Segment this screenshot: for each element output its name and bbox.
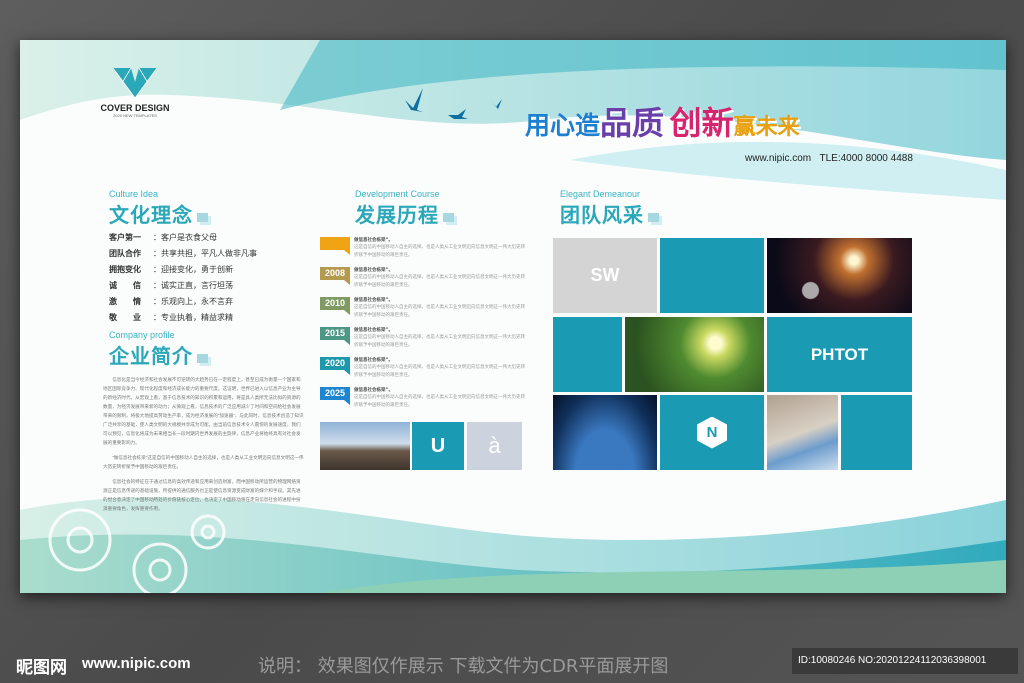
logo-v-icon — [112, 67, 158, 99]
culture-item-value: ：客户是衣食父母 — [153, 233, 217, 242]
timeline-heading: 做信息社会栋梁”。 — [354, 358, 393, 363]
team-title-text: 团队风采 — [560, 203, 644, 227]
tile-photo: PHTOT — [767, 317, 912, 392]
footer-brand: 昵图网 — [16, 658, 67, 678]
city-photo — [320, 422, 410, 470]
timeline-body: 这是自信的中国移动人自主的选择，也是人类从工业文明迈向信息文明这一伟大历史转折赋… — [354, 275, 525, 288]
profile-paragraph: 信息社会的特征在于通过信息的高效传递和应用来创造财富，而中国移动所运营的物理网络… — [103, 479, 301, 511]
culture-item: 客户第一 ：客户是衣食父母 — [109, 232, 257, 248]
year-tag: 2015 — [320, 327, 350, 345]
square-icon — [197, 354, 208, 363]
profile-title: 企业简介 — [109, 340, 304, 369]
timeline-body: 这是自信的中国移动人自主的选择，也是人类从工业文明迈向信息文明这一伟大历史转折赋… — [354, 305, 525, 318]
development-section: Development Course 发展历程 — [355, 189, 454, 228]
square-icon — [648, 213, 659, 222]
timeline-item: 2010 做信息社会栋梁”。这是自信的中国移动人自主的选择，也是人类从工业文明迈向… — [320, 297, 530, 325]
timeline-heading: 做信息社会栋梁”。 — [354, 328, 393, 333]
development-title-text: 发展历程 — [355, 203, 439, 227]
slogan-part2: 品质 — [600, 104, 665, 142]
culture-item: 团队合作 ：共享共担，平凡人做非凡事 — [109, 248, 257, 264]
profile-paragraph: 信息化是当今经济和社会发展不可逆转的大趋势已在一定程度上，甚至已成为衡量一个国家… — [103, 377, 304, 445]
team-title: 团队风采 — [560, 199, 659, 228]
forest-photo — [625, 317, 764, 392]
culture-en-label: Culture Idea — [109, 189, 159, 199]
team-section: Elegant Demeanour 团队风采 — [560, 189, 659, 228]
footer-watermark: 昵图网 www.nipic.com 说明： 效果图仅作展示 下载文件为CDR平面… — [0, 645, 1024, 683]
tile-teal — [553, 317, 622, 392]
year-tag: 2010 — [320, 297, 350, 315]
footer-site: www.nipic.com — [82, 655, 191, 672]
slogan-part3: 创新 — [669, 104, 734, 142]
development-en-label: Development Course — [355, 189, 440, 199]
year-tag: 2025 — [320, 387, 350, 405]
culture-title-text: 文化理念 — [109, 203, 193, 227]
year-tag — [320, 237, 350, 255]
culture-list: 客户第一 ：客户是衣食父母团队合作 ：共享共担，平凡人做非凡事拥抱变化 ：迎接变化，勇… — [109, 232, 257, 328]
tile-logo: N — [660, 395, 764, 470]
team-en-label: Elegant Demeanour — [560, 189, 641, 199]
tile-teal — [841, 395, 912, 470]
timeline-item: 2015 做信息社会栋梁”。这是自信的中国移动人自主的选择，也是人类从工业文明迈向… — [320, 327, 530, 355]
square-icon — [443, 213, 454, 222]
culture-item-value: ：共享共担，平凡人做非凡事 — [153, 249, 257, 258]
year-tag: 2020 — [320, 357, 350, 375]
timeline-item: 2020 做信息社会栋梁”。这是自信的中国移动人自主的选择，也是人类从工业文明迈向… — [320, 357, 530, 385]
poster-board: COVER DESIGN 2020 NEW TEMPLATES 用心造品质 创新… — [20, 40, 1006, 593]
tile-teal — [660, 238, 764, 313]
timeline-body: 这是自信的中国移动人自主的选择，也是人类从工业文明迈向信息文明这一伟大历史转折赋… — [354, 335, 525, 348]
timeline-body: 这是自信的中国移动人自主的选择，也是人类从工业文明迈向信息文明这一伟大历史转折赋… — [354, 365, 525, 378]
culture-item: 拥抱变化 ：迎接变化，勇于创新 — [109, 264, 257, 280]
timeline-body: 这是自信的中国移动人自主的选择，也是人类从工业文明迈向信息文明这一伟大历史转折赋… — [354, 245, 525, 258]
tile-u: U — [412, 422, 464, 470]
slogan-part1: 用心造 — [525, 111, 601, 140]
culture-title: 文化理念 — [109, 199, 257, 228]
person-photo — [767, 395, 838, 470]
culture-section: Culture Idea 文化理念 客户第一 ：客户是衣食父母团队合作 ：共享共担，… — [109, 189, 257, 328]
culture-item-key: 团队合作 — [109, 249, 141, 258]
timeline-item: 2025 做信息社会栋梁”。这是自信的中国移动人自主的选择，也是人类从工业文明迈向… — [320, 387, 530, 415]
website: www.nipic.com — [745, 153, 812, 164]
culture-item-value: ：迎接变化，勇于创新 — [153, 265, 233, 274]
culture-item-key: 激 情 — [109, 297, 141, 306]
timeline-heading: 做信息社会栋梁”。 — [354, 268, 393, 273]
culture-item-value: ：乐观向上，永不言弃 — [153, 297, 233, 306]
logo-subtitle: 2020 NEW TEMPLATES — [113, 113, 157, 118]
timeline-heading: 做信息社会栋梁”。 — [354, 388, 393, 393]
culture-item-key: 拥抱变化 — [109, 265, 141, 274]
year-tag: 2008 — [320, 267, 350, 285]
contact-line: www.nipic.com TLE:4000 8000 4488 — [745, 153, 913, 164]
timeline-item: 做信息社会栋梁”。这是自信的中国移动人自主的选择，也是人类从工业文明迈向信息文明… — [320, 237, 530, 265]
culture-item: 激 情 ：乐观向上，永不言弃 — [109, 296, 257, 312]
culture-item: 诚 信 ：诚实正直，言行坦荡 — [109, 280, 257, 296]
culture-item: 敬 业 ：专业执着，精益求精 — [109, 312, 257, 328]
slogan: 用心造品质 创新赢未来 — [525, 98, 800, 144]
development-title: 发展历程 — [355, 199, 454, 228]
culture-item-value: ：诚实正直，言行坦荡 — [153, 281, 233, 290]
logo-title: COVER DESIGN — [100, 103, 170, 113]
square-icon — [197, 213, 208, 222]
culture-item-value: ：专业执着，精益求精 — [153, 313, 233, 322]
tile-a: à — [467, 422, 522, 470]
profile-en-label: Company profile — [109, 330, 175, 340]
hexagon-logo-icon: N — [697, 416, 727, 449]
profile-section: Company profile 企业简介 信息化是当今经济和社会发展不可逆转的大… — [103, 330, 304, 519]
footer-note: 说明： 效果图仅作展示 下载文件为CDR平面展开图 — [258, 656, 669, 677]
profile-title-text: 企业简介 — [109, 344, 193, 368]
timeline-heading: 做信息社会栋梁”。 — [354, 238, 393, 243]
earth-photo — [553, 395, 657, 470]
timeline-heading: 做信息社会栋梁”。 — [354, 298, 393, 303]
culture-item-key: 诚 信 — [109, 281, 141, 290]
slogan-part4: 赢未来 — [733, 115, 800, 140]
footer-id: ID:10080246 NO:20201224112036398001 — [792, 648, 1018, 674]
space-photo — [767, 238, 912, 313]
culture-item-key: 敬 业 — [109, 313, 141, 322]
profile-paragraph: “做信息社会栋梁”这是自信的中国移动人自主的选择，也是人类从工业文明迈向信息文明… — [103, 455, 304, 469]
logo: COVER DESIGN 2020 NEW TEMPLATES — [100, 67, 170, 118]
phone: TLE:4000 8000 4488 — [819, 153, 913, 164]
tile-sw: SW — [553, 238, 657, 313]
timeline-item: 2008 做信息社会栋梁”。这是自信的中国移动人自主的选择，也是人类从工业文明迈向… — [320, 267, 530, 295]
timeline-body: 这是自信的中国移动人自主的选择，也是人类从工业文明迈向信息文明这一伟大历史转折赋… — [354, 395, 525, 408]
culture-item-key: 客户第一 — [109, 233, 141, 242]
